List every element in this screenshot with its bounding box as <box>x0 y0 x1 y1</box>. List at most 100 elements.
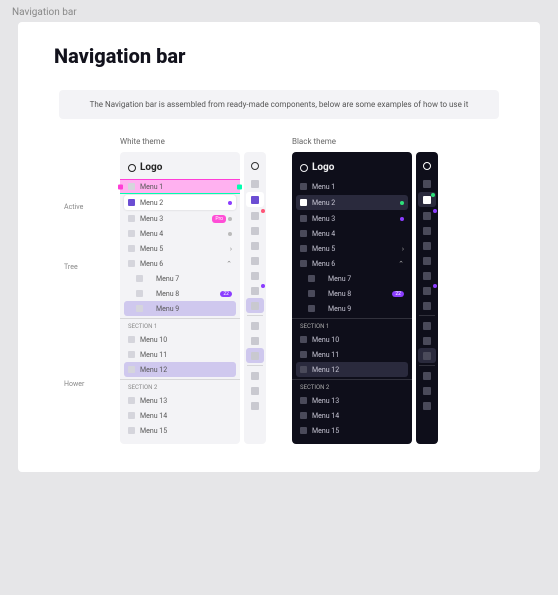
mini-item-active[interactable] <box>418 192 436 207</box>
nav-item-menu-4[interactable]: Menu 4 <box>292 226 412 241</box>
mini-item[interactable] <box>244 283 266 298</box>
mini-item[interactable] <box>244 208 266 223</box>
mini-item[interactable] <box>244 368 266 383</box>
mini-item[interactable] <box>244 253 266 268</box>
nav-item-menu-14[interactable]: Menu 14 <box>120 408 240 423</box>
dot-icon <box>228 201 232 205</box>
mini-item[interactable] <box>244 223 266 238</box>
menu-label: Menu 1 <box>140 183 232 191</box>
mini-item[interactable] <box>244 398 266 413</box>
menu-icon <box>128 245 135 252</box>
nav-item-menu-8[interactable]: Menu 8 22 <box>120 286 240 301</box>
mini-item[interactable] <box>416 368 438 383</box>
mini-item[interactable] <box>416 253 438 268</box>
nav-item-menu-7[interactable]: Menu 7 <box>292 271 412 286</box>
nav-item-menu-2[interactable]: Menu 2 <box>296 195 408 210</box>
mini-item[interactable] <box>416 298 438 313</box>
menu-label: Menu 6 <box>312 260 393 268</box>
nav-item-menu-11[interactable]: Menu 11 <box>120 347 240 362</box>
nav-item-menu-3[interactable]: Menu 3 <box>292 211 412 226</box>
mini-item[interactable] <box>416 333 438 348</box>
logo-mini[interactable] <box>416 158 438 176</box>
chevron-up-icon: ⌃ <box>398 260 404 268</box>
menu-label: Menu 2 <box>140 199 223 207</box>
menu-label: Menu 4 <box>312 230 404 238</box>
nav-item-menu-10[interactable]: Menu 10 <box>292 332 412 347</box>
menu-label: Menu 5 <box>312 245 397 253</box>
mini-item[interactable] <box>244 333 266 348</box>
mini-item[interactable] <box>416 283 438 298</box>
mini-item[interactable] <box>244 318 266 333</box>
mini-item[interactable] <box>416 398 438 413</box>
menu-label: Menu 4 <box>140 230 223 238</box>
mini-item[interactable] <box>416 268 438 283</box>
logo-black[interactable]: Logo <box>292 158 412 179</box>
menu-label: Menu 11 <box>312 351 404 359</box>
nav-item-menu-2[interactable]: Menu 2 <box>124 195 236 210</box>
black-nav-mini <box>416 152 438 444</box>
mini-item[interactable] <box>244 238 266 253</box>
white-nav-mini <box>244 152 266 444</box>
menu-label: Menu 14 <box>312 412 404 420</box>
nav-item-menu-6[interactable]: Menu 6 ⌃ <box>120 256 240 271</box>
white-theme-label: White theme <box>120 137 266 146</box>
mini-item-hover[interactable] <box>418 348 436 363</box>
menu-label: Menu 1 <box>312 183 404 191</box>
logo-white[interactable]: Logo <box>120 158 240 179</box>
menu-icon <box>300 351 307 358</box>
mini-item[interactable] <box>416 318 438 333</box>
menu-icon <box>136 305 143 312</box>
menu-icon <box>308 290 315 297</box>
nav-item-menu-12[interactable]: Menu 12 <box>124 362 236 377</box>
canvas: Navigation bar The Navigation bar is ass… <box>18 22 540 472</box>
nav-item-menu-5[interactable]: Menu 5 › <box>120 241 240 256</box>
nav-item-menu-15[interactable]: Menu 15 <box>120 423 240 438</box>
menu-label: Menu 7 <box>320 275 404 283</box>
nav-item-menu-1[interactable]: Menu 1 <box>120 179 240 194</box>
mini-item[interactable] <box>244 268 266 283</box>
menu-label: Menu 13 <box>140 397 232 405</box>
menu-icon <box>300 199 307 206</box>
nav-item-menu-15[interactable]: Menu 15 <box>292 423 412 438</box>
nav-item-menu-10[interactable]: Menu 10 <box>120 332 240 347</box>
chevron-right-icon: › <box>402 245 404 253</box>
black-theme-column: Black theme Logo Menu 1 Menu 2 <box>292 137 438 444</box>
mini-item-hover[interactable] <box>246 348 264 363</box>
nav-item-menu-9[interactable]: Menu 9 <box>124 301 236 316</box>
mini-item[interactable] <box>416 208 438 223</box>
nav-item-menu-6[interactable]: Menu 6 ⌃ <box>292 256 412 271</box>
anno-tree: Tree <box>64 263 78 271</box>
mini-item[interactable] <box>416 238 438 253</box>
menu-icon <box>128 199 135 206</box>
intro-text: The Navigation bar is assembled from rea… <box>59 90 499 119</box>
nav-item-menu-11[interactable]: Menu 11 <box>292 347 412 362</box>
anno-active: Active <box>64 203 83 211</box>
nav-item-menu-4[interactable]: Menu 4 <box>120 226 240 241</box>
nav-item-menu-8[interactable]: Menu 8 22 <box>292 286 412 301</box>
mini-item-active[interactable] <box>246 192 264 207</box>
nav-item-menu-7[interactable]: Menu 7 <box>120 271 240 286</box>
white-nav-panel: Logo Menu 1 Menu 2 Menu 3 Pro <box>120 152 240 444</box>
nav-item-menu-9[interactable]: Menu 9 <box>292 301 412 316</box>
menu-label: Menu 8 <box>320 290 387 298</box>
mini-item[interactable] <box>416 223 438 238</box>
mini-item[interactable] <box>416 383 438 398</box>
menu-label: Menu 13 <box>312 397 404 405</box>
nav-item-menu-12[interactable]: Menu 12 <box>296 362 408 377</box>
mini-item[interactable] <box>244 383 266 398</box>
nav-item-menu-5[interactable]: Menu 5 › <box>292 241 412 256</box>
menu-icon <box>128 427 135 434</box>
menu-icon <box>300 412 307 419</box>
nav-item-menu-1[interactable]: Menu 1 <box>292 179 412 194</box>
nav-item-menu-3[interactable]: Menu 3 Pro <box>120 211 240 226</box>
chevron-right-icon: › <box>230 245 232 253</box>
mini-item[interactable] <box>244 176 266 191</box>
nav-item-menu-14[interactable]: Menu 14 <box>292 408 412 423</box>
section-1-label: SECTION 1 <box>292 318 412 332</box>
nav-item-menu-13[interactable]: Menu 13 <box>292 393 412 408</box>
mini-item-hover[interactable] <box>246 298 264 313</box>
section-1-label: SECTION 1 <box>120 318 240 332</box>
logo-mini[interactable] <box>244 158 266 176</box>
mini-item[interactable] <box>416 176 438 191</box>
nav-item-menu-13[interactable]: Menu 13 <box>120 393 240 408</box>
